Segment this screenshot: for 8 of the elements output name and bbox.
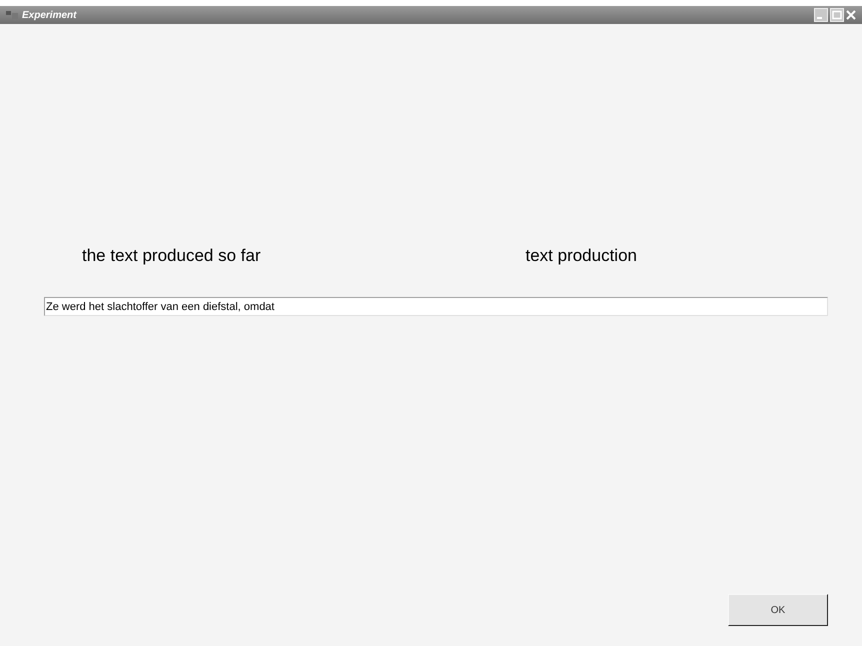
close-icon[interactable] (846, 8, 856, 22)
text-field[interactable]: Ze werd het slachtoffer van een diefstal, omdat (44, 297, 828, 316)
app-icon (6, 10, 18, 20)
ok-button[interactable]: OK (728, 594, 828, 626)
window-title: Experiment (22, 8, 76, 22)
label: the text produced so far (82, 245, 261, 268)
label: text production (525, 245, 637, 268)
minimize-icon[interactable] (814, 8, 828, 22)
